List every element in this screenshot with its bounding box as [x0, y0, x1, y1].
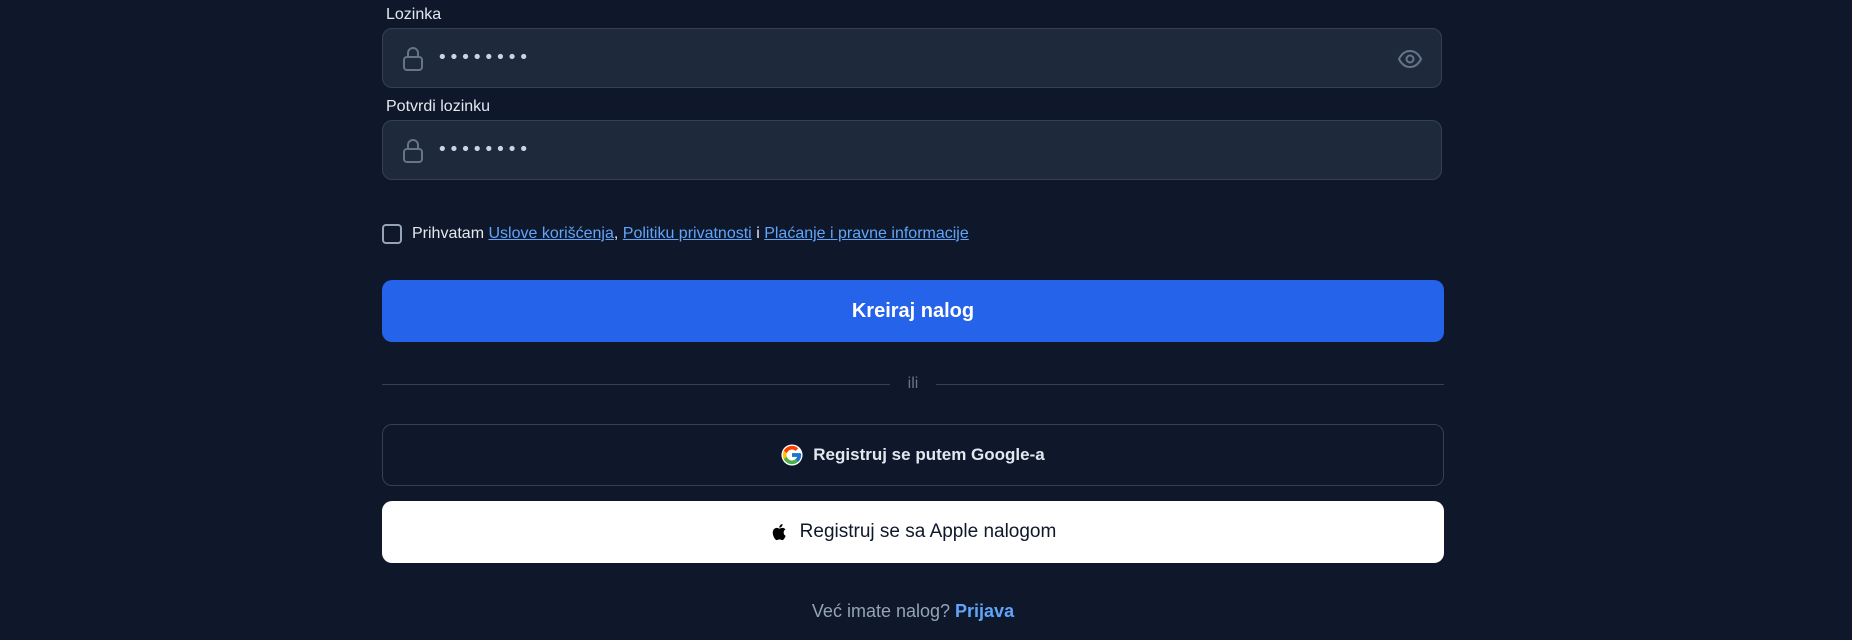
- confirm-password-field[interactable]: ••••••••: [382, 120, 1442, 180]
- confirm-password-value: ••••••••: [437, 139, 530, 160]
- consent-and: i: [756, 225, 760, 242]
- payments-link[interactable]: Plaćanje i pravne informacije: [764, 225, 969, 243]
- login-question: Već imate nalog?: [811, 601, 951, 621]
- terms-checkbox[interactable]: [382, 224, 402, 244]
- eye-icon[interactable]: [1397, 47, 1423, 71]
- google-signup-label: Registruj se putem Google-a: [813, 445, 1045, 464]
- login-link[interactable]: Prijava: [955, 601, 1014, 621]
- password-label: Lozinka: [386, 6, 442, 23]
- apple-signup-button[interactable]: Registruj se sa Apple nalogom: [382, 501, 1444, 563]
- google-signup-button[interactable]: Registruj se putem Google-a: [382, 424, 1444, 486]
- lock-icon: [403, 139, 423, 163]
- confirm-password-label: Potvrdi lozinku: [386, 98, 491, 115]
- divider-line-left: [382, 383, 890, 385]
- divider-text: ili: [907, 375, 919, 392]
- apple-icon: [772, 524, 786, 541]
- terms-consent-row: Prihvatam Uslove korišćenja, Politiku pr…: [382, 222, 969, 246]
- consent-prefix: Prihvatam: [412, 225, 485, 242]
- lock-icon: [403, 47, 423, 71]
- consent-comma: ,: [613, 225, 619, 242]
- create-account-button[interactable]: Kreiraj nalog: [382, 280, 1444, 342]
- privacy-link[interactable]: Politiku privatnosti: [623, 225, 752, 243]
- login-prompt: Već imate nalog? Prijava: [382, 601, 1444, 622]
- password-field[interactable]: ••••••••: [382, 28, 1442, 88]
- or-divider: ili: [382, 372, 1445, 396]
- divider-line-right: [936, 383, 1445, 385]
- google-icon: [781, 444, 803, 466]
- apple-signup-label: Registruj se sa Apple nalogom: [799, 521, 1057, 542]
- password-value: ••••••••: [437, 47, 530, 68]
- terms-link[interactable]: Uslove korišćenja: [488, 225, 613, 243]
